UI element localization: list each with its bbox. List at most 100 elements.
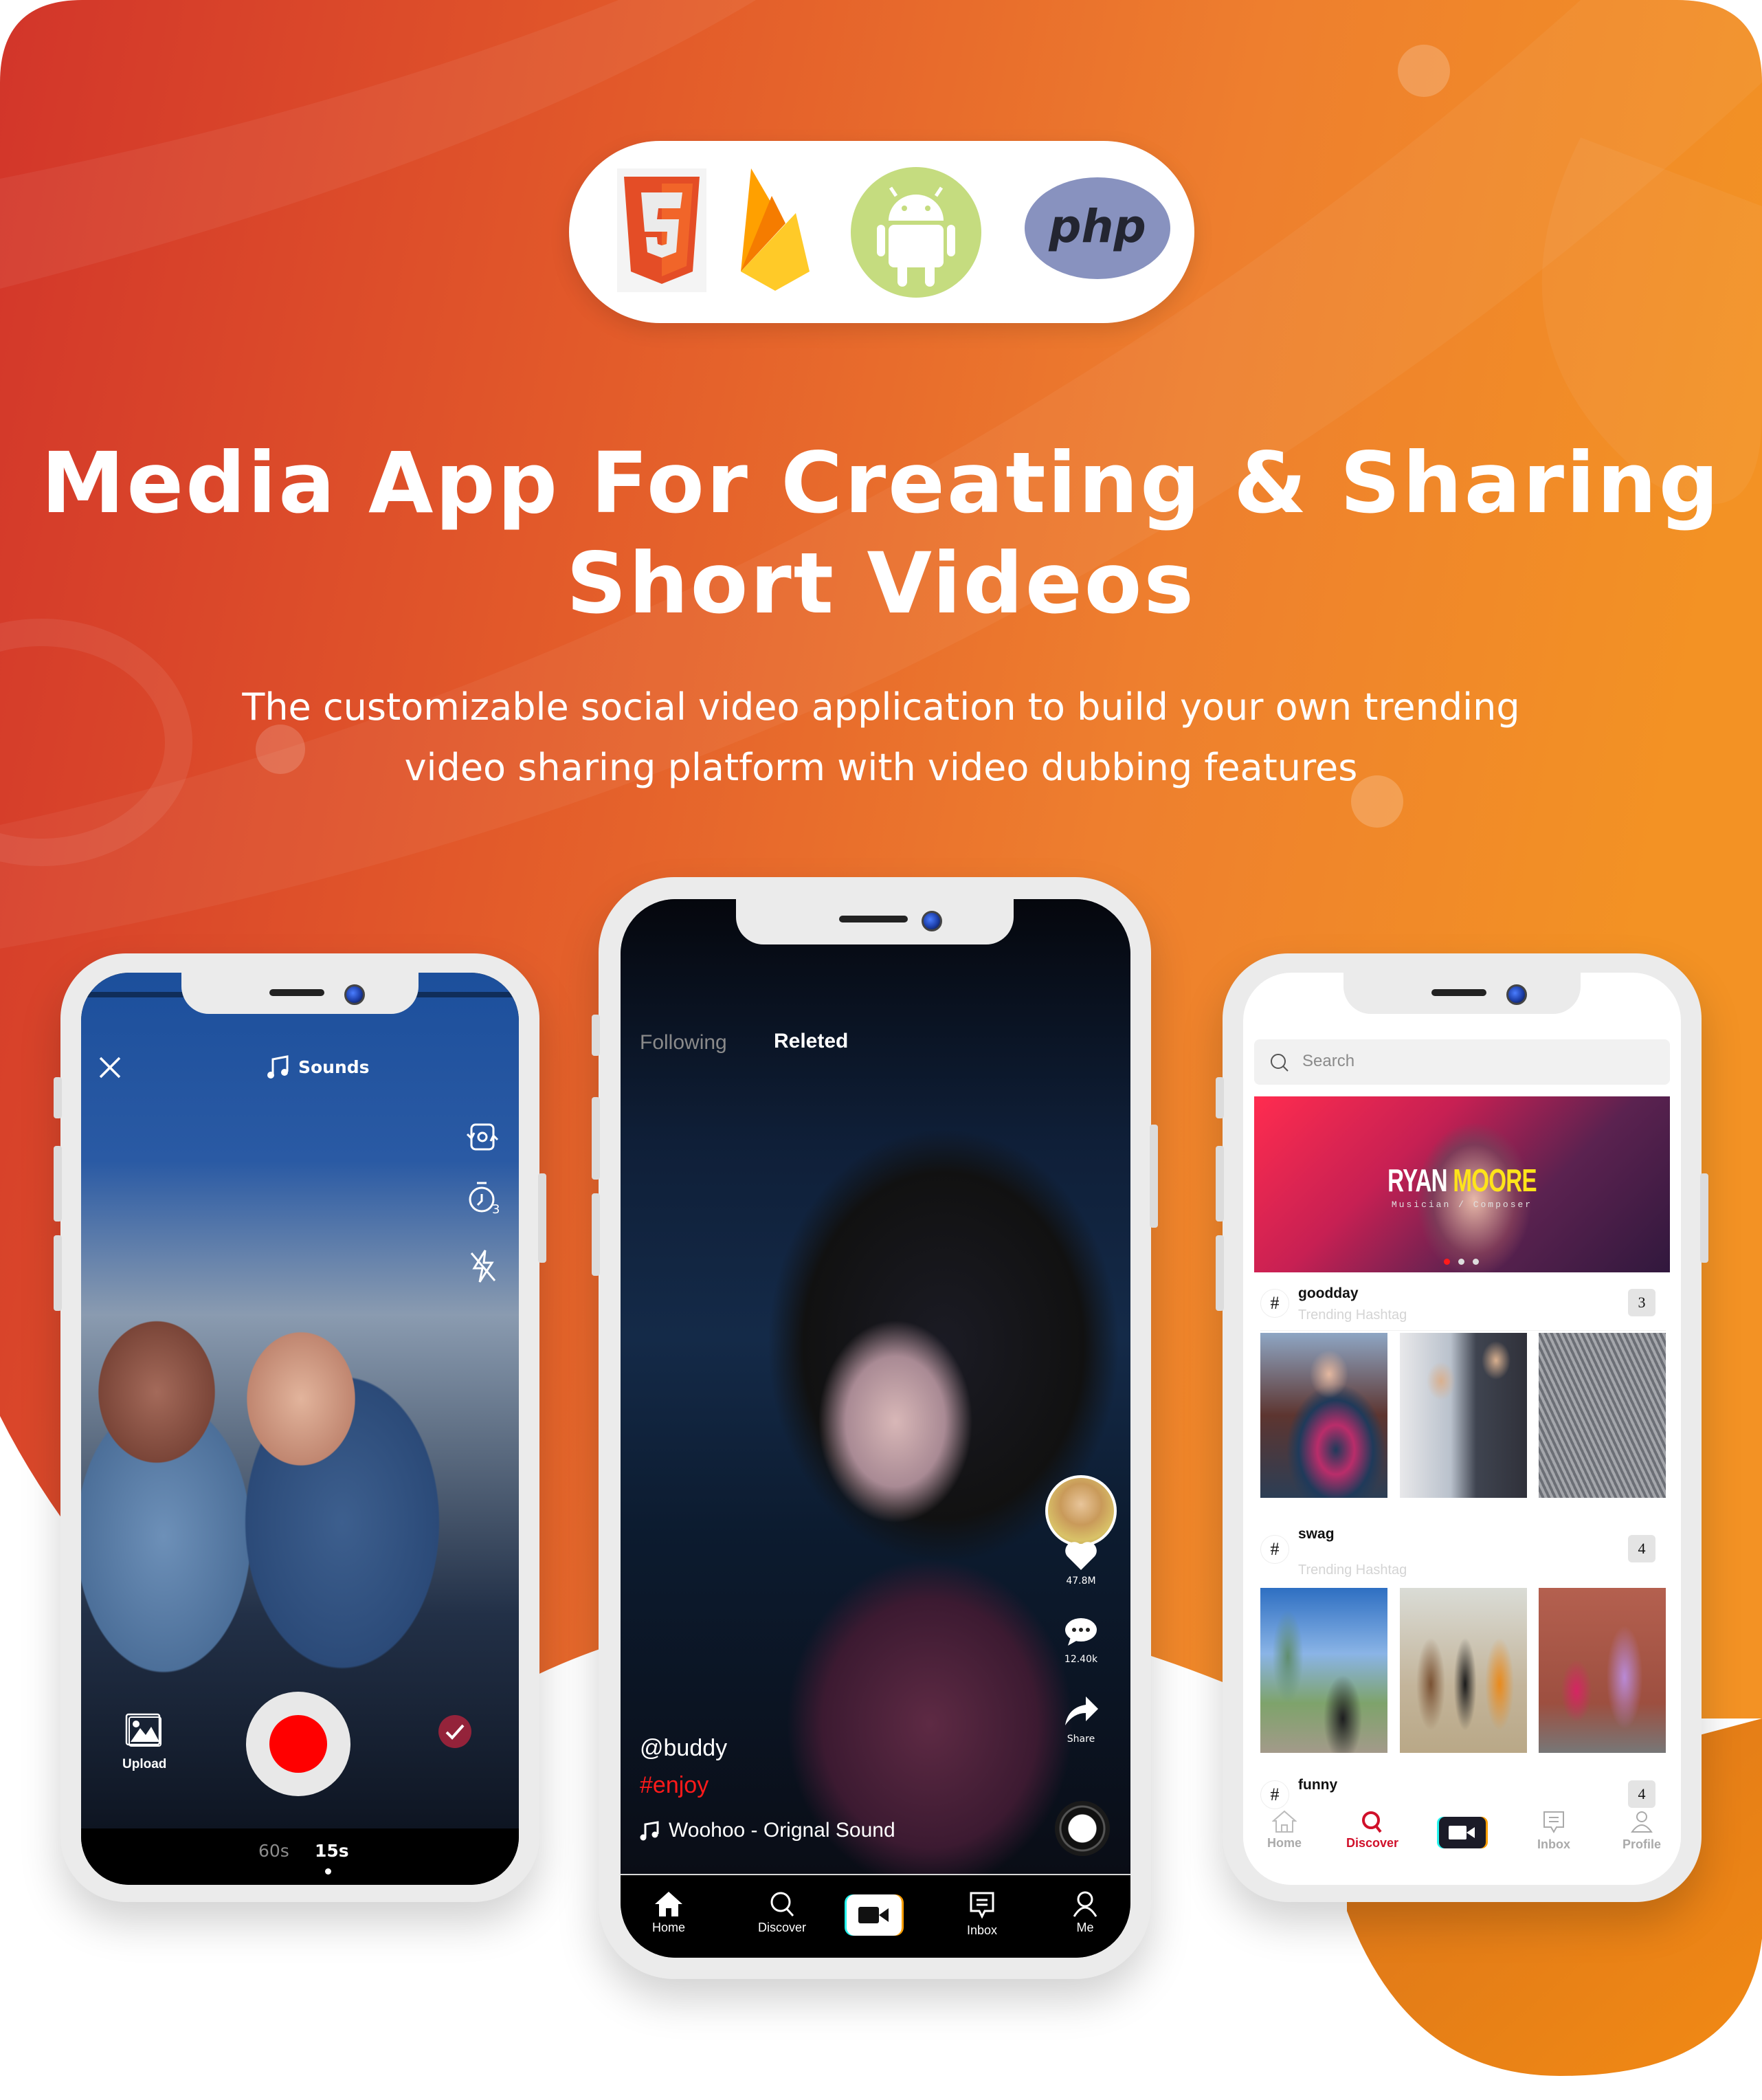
tab-following[interactable]: Following xyxy=(640,1031,727,1054)
carousel-dots xyxy=(1444,1259,1479,1265)
search-input[interactable]: Search xyxy=(1254,1039,1670,1085)
nav-discover-label: Discover xyxy=(1346,1836,1399,1850)
hashtag-subtitle: Trending Hashtag xyxy=(1298,1562,1407,1578)
phone-side-button xyxy=(538,1173,546,1263)
sounds-button[interactable]: Sounds xyxy=(267,1054,370,1080)
check-icon xyxy=(445,1724,465,1740)
speaker xyxy=(269,989,324,996)
comment-button[interactable]: 12.40k xyxy=(1047,1617,1115,1665)
nav-me[interactable]: Me xyxy=(1058,1890,1113,1935)
phone-side-button xyxy=(54,1077,62,1118)
active-duration-indicator xyxy=(325,1868,331,1875)
flip-camera-icon[interactable] xyxy=(466,1122,499,1155)
video-thumbnail[interactable] xyxy=(1400,1588,1527,1753)
featured-banner[interactable]: RYAN MOORE Musician / Composer xyxy=(1254,1096,1670,1272)
nav-inbox[interactable]: Inbox xyxy=(948,1890,1016,1938)
phone-side-button xyxy=(1150,1125,1158,1228)
inbox-icon xyxy=(970,1892,994,1919)
nav-profile-label: Profile xyxy=(1622,1837,1661,1851)
speaker xyxy=(1431,989,1486,996)
video-hashtag[interactable]: #enjoy xyxy=(640,1772,709,1799)
decor-dot xyxy=(1398,45,1450,97)
nav-discover[interactable]: Discover xyxy=(1331,1810,1414,1850)
nav-record[interactable] xyxy=(845,1894,904,1936)
confirm-check-button[interactable] xyxy=(438,1715,471,1748)
page-title-line2: Short Videos xyxy=(566,535,1196,632)
nav-inbox[interactable]: Inbox xyxy=(1513,1810,1595,1852)
banner-name-last: MOORE xyxy=(1453,1162,1537,1198)
upload-button[interactable]: Upload xyxy=(122,1713,166,1772)
record-video-icon xyxy=(1449,1826,1475,1839)
comment-count: 12.40k xyxy=(1064,1654,1098,1665)
phone-notch xyxy=(1343,973,1581,1014)
timer-3s-icon[interactable]: 3 xyxy=(467,1180,500,1217)
nav-home[interactable]: Home xyxy=(1243,1810,1326,1850)
tech-stack-pill: php xyxy=(569,141,1194,323)
record-dot xyxy=(269,1715,327,1773)
music-note-icon xyxy=(267,1055,289,1079)
close-icon[interactable] xyxy=(96,1054,124,1084)
phone-side-button xyxy=(1216,1077,1224,1118)
phone-side-button xyxy=(1216,1235,1224,1311)
share-button[interactable]: Share xyxy=(1047,1694,1115,1745)
video-username[interactable]: @buddy xyxy=(640,1735,727,1762)
phone-discover: Search RYAN MOORE Musician / Composer # … xyxy=(1216,953,1708,1902)
duration-60s[interactable]: 60s xyxy=(258,1841,289,1861)
duration-selector: 60s 15s xyxy=(81,1828,519,1885)
record-video-icon xyxy=(858,1907,889,1923)
carousel-dot[interactable] xyxy=(1458,1259,1464,1265)
banner-tagline: Musician / Composer xyxy=(1391,1200,1533,1210)
sounds-label: Sounds xyxy=(298,1057,370,1077)
speaker xyxy=(839,916,908,922)
search-placeholder: Search xyxy=(1302,1052,1355,1070)
search-icon xyxy=(1271,1054,1289,1072)
video-sound[interactable]: Woohoo - Orignal Sound xyxy=(640,1819,895,1842)
video-thumbnail[interactable] xyxy=(1400,1333,1527,1498)
nav-discover-label: Discover xyxy=(757,1921,806,1934)
creator-avatar[interactable] xyxy=(1045,1475,1117,1547)
hashtag-name[interactable]: swag xyxy=(1298,1526,1335,1543)
nav-discover[interactable]: Discover xyxy=(741,1890,823,1935)
flash-off-icon[interactable] xyxy=(467,1249,499,1286)
hashtag-name[interactable]: funny xyxy=(1298,1777,1337,1793)
carousel-dot[interactable] xyxy=(1473,1259,1479,1265)
nav-home[interactable]: Home xyxy=(634,1890,703,1935)
divider xyxy=(1260,1330,1666,1331)
hashtag-icon: # xyxy=(1260,1535,1289,1564)
php-icon: php xyxy=(1024,177,1172,283)
bottom-nav: Home Discover Inbox Profile xyxy=(1243,1810,1681,1885)
nav-inbox-label: Inbox xyxy=(1537,1837,1570,1851)
video-thumbnail[interactable] xyxy=(1260,1333,1387,1498)
comment-icon xyxy=(1065,1618,1097,1646)
svg-text:php: php xyxy=(1048,200,1146,253)
video-thumbnail[interactable] xyxy=(1539,1333,1666,1498)
heart-icon xyxy=(1065,1542,1097,1570)
sound-disc-icon[interactable] xyxy=(1055,1801,1110,1856)
front-camera xyxy=(344,984,365,1005)
duration-15s[interactable]: 15s xyxy=(315,1841,349,1861)
profile-icon xyxy=(1631,1811,1653,1833)
feed-screen: Following Releted 47.8M 12.40k Share @bu… xyxy=(621,899,1130,1958)
carousel-dot-active[interactable] xyxy=(1444,1259,1450,1265)
hashtag-subtitle: Trending Hashtag xyxy=(1298,1307,1407,1323)
page-title-line1: Media App For Creating & Sharing xyxy=(41,434,1721,532)
hashtag-name[interactable]: goodday xyxy=(1298,1285,1359,1302)
phone-camera: Sounds 3 Upload 60s 15s xyxy=(54,953,546,1902)
hashtag-count: 4 xyxy=(1628,1780,1655,1808)
hashtag-count: 4 xyxy=(1628,1535,1655,1562)
tab-related[interactable]: Releted xyxy=(774,1030,848,1053)
nav-inbox-label: Inbox xyxy=(966,1923,998,1937)
nav-record[interactable] xyxy=(1437,1817,1488,1848)
share-icon xyxy=(1065,1696,1098,1725)
phone-side-button xyxy=(1216,1146,1224,1222)
hashtag-icon: # xyxy=(1260,1780,1289,1809)
front-camera xyxy=(922,911,942,931)
phone-notch xyxy=(736,899,1014,944)
like-button[interactable]: 47.8M xyxy=(1047,1538,1115,1587)
video-thumbnail[interactable] xyxy=(1539,1588,1666,1753)
record-button[interactable] xyxy=(246,1692,350,1796)
phone-side-button xyxy=(592,1193,600,1276)
video-thumbnail[interactable] xyxy=(1260,1588,1387,1753)
nav-profile[interactable]: Profile xyxy=(1601,1810,1681,1852)
inbox-icon xyxy=(1543,1811,1564,1834)
